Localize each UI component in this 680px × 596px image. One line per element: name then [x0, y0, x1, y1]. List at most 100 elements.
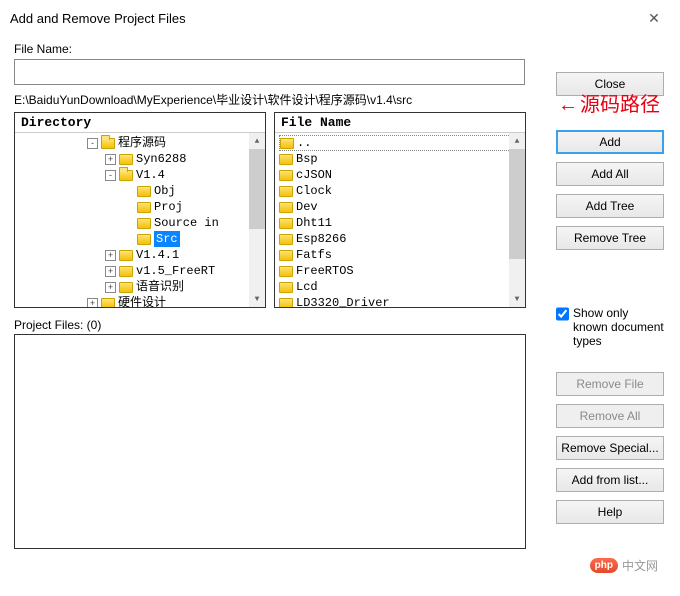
scrollbar-vertical[interactable]: ▲ ▼	[249, 133, 265, 307]
tree-connector	[123, 186, 134, 197]
add-tree-button[interactable]: Add Tree	[556, 194, 664, 218]
project-files-label: Project Files: (0)	[14, 318, 546, 332]
file-item-label: cJSON	[296, 167, 332, 183]
folder-icon	[280, 138, 294, 149]
add-all-button[interactable]: Add All	[556, 162, 664, 186]
scroll-down-icon[interactable]: ▼	[249, 291, 265, 307]
annotation-text: 源码路径	[558, 88, 660, 117]
scroll-thumb[interactable]	[249, 149, 265, 229]
file-item[interactable]: Dht11	[279, 215, 525, 231]
tree-item-label: Obj	[154, 183, 176, 199]
tree-item[interactable]: - 程序源码	[17, 135, 265, 151]
folder-icon	[137, 186, 151, 197]
tree-item-label: Proj	[154, 199, 183, 215]
folder-icon	[279, 266, 293, 277]
tree-connector	[123, 234, 134, 245]
file-item-label: Fatfs	[296, 247, 332, 263]
file-item-label: Lcd	[296, 279, 318, 295]
folder-icon	[279, 154, 293, 165]
file-item[interactable]: LD3320_Driver	[279, 295, 525, 307]
folder-icon	[137, 234, 151, 245]
file-item[interactable]: Fatfs	[279, 247, 525, 263]
file-item-label: ..	[297, 135, 311, 151]
expand-icon[interactable]: +	[87, 298, 98, 308]
tree-item[interactable]: - V1.4	[17, 167, 265, 183]
tree-item-label: 硬件设计	[118, 295, 166, 307]
folder-icon	[279, 218, 293, 229]
add-button[interactable]: Add	[556, 130, 664, 154]
tree-item[interactable]: Source in	[17, 215, 265, 231]
file-item[interactable]: FreeRTOS	[279, 263, 525, 279]
tree-item-label: Src	[154, 231, 180, 247]
file-name-input[interactable]	[14, 59, 525, 85]
directory-panel: Directory -程序源码+Syn6288-V1.4ObjProjSourc…	[14, 112, 266, 308]
close-icon[interactable]: ✕	[638, 6, 670, 30]
tree-item-label: 程序源码	[118, 135, 166, 151]
file-item[interactable]: Clock	[279, 183, 525, 199]
folder-icon	[137, 202, 151, 213]
expand-icon[interactable]: +	[105, 266, 116, 277]
folder-icon	[119, 250, 133, 261]
file-item[interactable]: Esp8266	[279, 231, 525, 247]
file-item-label: Dht11	[296, 215, 332, 231]
remove-special-button[interactable]: Remove Special...	[556, 436, 664, 460]
remove-all-button[interactable]: Remove All	[556, 404, 664, 428]
tree-item[interactable]: +语音识别	[17, 279, 265, 295]
filelist-panel: File Name ..BspcJSONClockDevDht11Esp8266…	[274, 112, 526, 308]
file-item[interactable]: Bsp	[279, 151, 525, 167]
add-from-list-button[interactable]: Add from list...	[556, 468, 664, 492]
tree-item-label: V1.4.1	[136, 247, 179, 263]
folder-icon	[279, 298, 293, 308]
tree-item[interactable]: + 硬件设计	[17, 295, 265, 307]
directory-tree[interactable]: -程序源码+Syn6288-V1.4ObjProjSource inSrc+V1…	[15, 133, 265, 307]
file-item-label: FreeRTOS	[296, 263, 354, 279]
tree-connector	[123, 202, 134, 213]
tree-item-label: Syn6288	[136, 151, 186, 167]
file-item[interactable]: Dev	[279, 199, 525, 215]
file-item[interactable]: cJSON	[279, 167, 525, 183]
expand-icon[interactable]: +	[105, 250, 116, 261]
file-item-label: Bsp	[296, 151, 318, 167]
folder-icon	[279, 282, 293, 293]
scrollbar-vertical[interactable]: ▲ ▼	[509, 133, 525, 307]
file-item-label: LD3320_Driver	[296, 295, 390, 307]
help-button[interactable]: Help	[556, 500, 664, 524]
tree-item[interactable]: + v1.5_FreeRT	[17, 263, 265, 279]
tree-item-label: V1.4	[136, 167, 165, 183]
tree-item[interactable]: Obj	[17, 183, 265, 199]
show-only-known-label: Show only known document types	[573, 306, 666, 348]
folder-icon	[279, 250, 293, 261]
folder-icon	[279, 186, 293, 197]
tree-item[interactable]: Src	[17, 231, 265, 247]
expand-icon[interactable]: +	[105, 282, 116, 293]
folder-icon	[119, 266, 133, 277]
remove-file-button[interactable]: Remove File	[556, 372, 664, 396]
file-item[interactable]: ..	[279, 135, 519, 151]
watermark: php 中文网	[590, 557, 658, 574]
folder-icon	[119, 170, 133, 181]
project-files-list[interactable]	[14, 334, 526, 549]
collapse-icon[interactable]: -	[105, 170, 116, 181]
watermark-text: 中文网	[622, 557, 658, 574]
folder-icon	[279, 234, 293, 245]
tree-connector	[123, 218, 134, 229]
scroll-down-icon[interactable]: ▼	[509, 291, 525, 307]
tree-item[interactable]: + Syn6288	[17, 151, 265, 167]
remove-tree-button[interactable]: Remove Tree	[556, 226, 664, 250]
file-list[interactable]: ..BspcJSONClockDevDht11Esp8266FatfsFreeR…	[275, 133, 525, 307]
file-name-label: File Name:	[14, 42, 546, 56]
show-only-known-checkbox[interactable]	[556, 307, 569, 321]
folder-icon	[101, 298, 115, 308]
tree-item-label: v1.5_FreeRT	[136, 263, 215, 279]
scroll-up-icon[interactable]: ▲	[249, 133, 265, 149]
folder-icon	[137, 218, 151, 229]
php-badge: php	[590, 558, 618, 573]
file-item-label: Clock	[296, 183, 332, 199]
file-item[interactable]: Lcd	[279, 279, 525, 295]
tree-item[interactable]: + V1.4.1	[17, 247, 265, 263]
scroll-thumb[interactable]	[509, 149, 525, 259]
tree-item[interactable]: Proj	[17, 199, 265, 215]
scroll-up-icon[interactable]: ▲	[509, 133, 525, 149]
expand-icon[interactable]: +	[105, 154, 116, 165]
collapse-icon[interactable]: -	[87, 138, 98, 149]
